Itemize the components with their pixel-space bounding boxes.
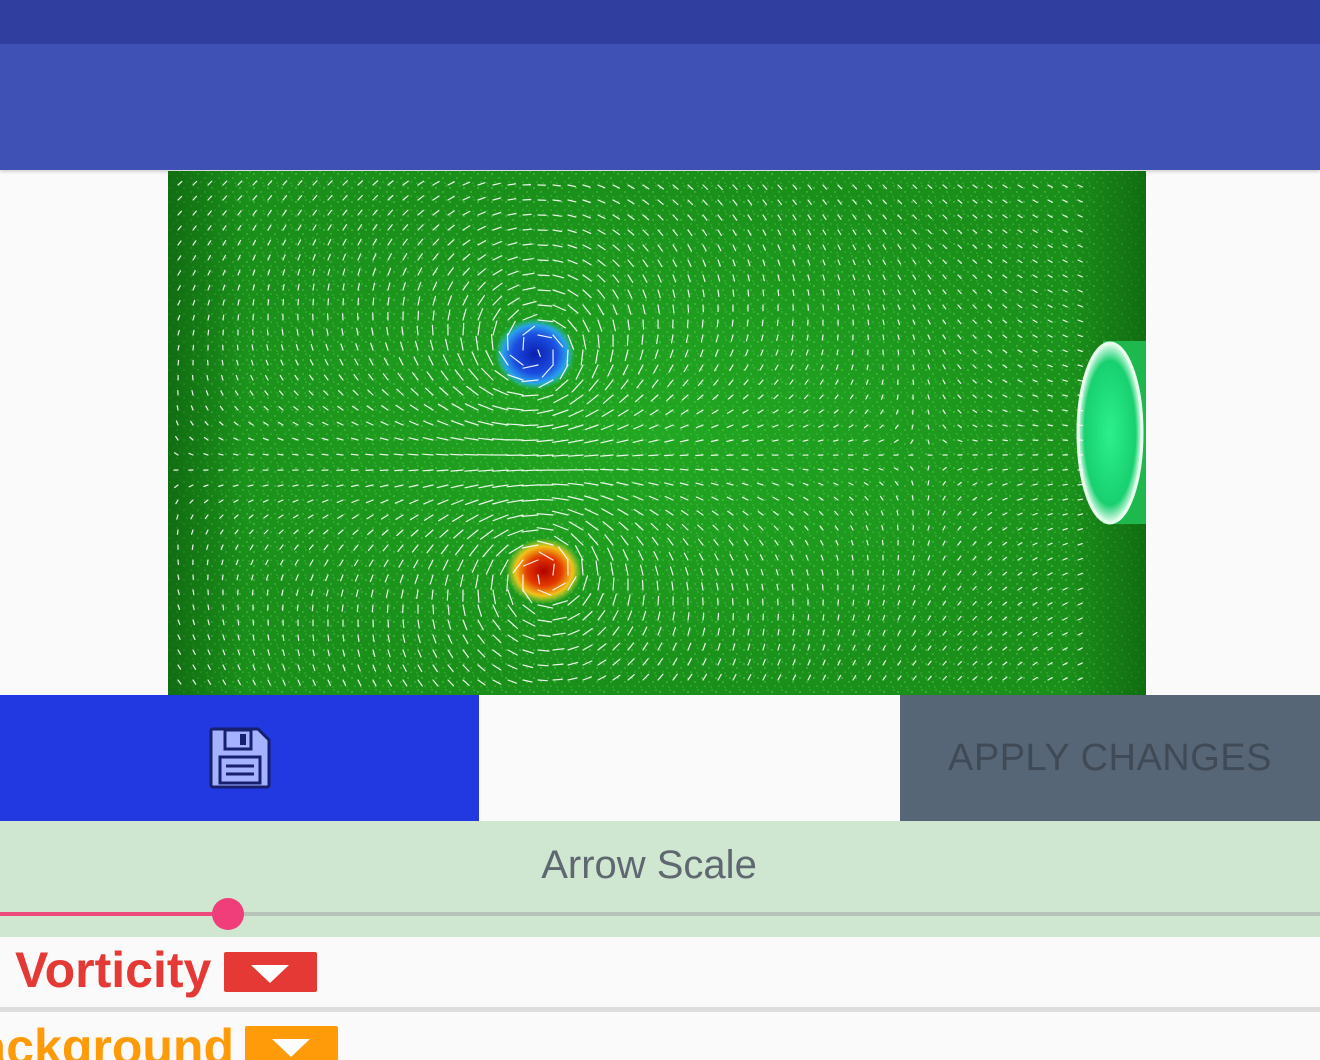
background-label: Background <box>0 1019 234 1060</box>
save-icon <box>209 727 270 789</box>
piv-vector-field-image <box>168 171 1146 695</box>
status-bar <box>0 0 1320 44</box>
apply-changes-button[interactable]: APPLY CHANGES <box>900 695 1320 821</box>
background-row: Background <box>0 1012 1320 1060</box>
background-dropdown[interactable] <box>245 1026 338 1060</box>
vorticity-label: Vorticity <box>15 942 212 998</box>
vorticity-dropdown[interactable] <box>224 952 317 992</box>
arrow-scale-slider-fill <box>0 912 228 916</box>
chevron-down-icon <box>251 965 289 983</box>
arrow-scale-title: Arrow Scale <box>541 843 757 887</box>
app-bar <box>0 44 1320 170</box>
action-row: APPLY CHANGES <box>0 695 1320 821</box>
vorticity-row: Vorticity <box>0 937 1320 1007</box>
chevron-down-icon <box>272 1039 310 1057</box>
save-button[interactable] <box>0 695 479 821</box>
button-spacer <box>479 695 900 821</box>
arrow-scale-panel: Arrow Scale <box>0 821 1320 937</box>
arrow-scale-slider-thumb[interactable] <box>212 898 244 930</box>
